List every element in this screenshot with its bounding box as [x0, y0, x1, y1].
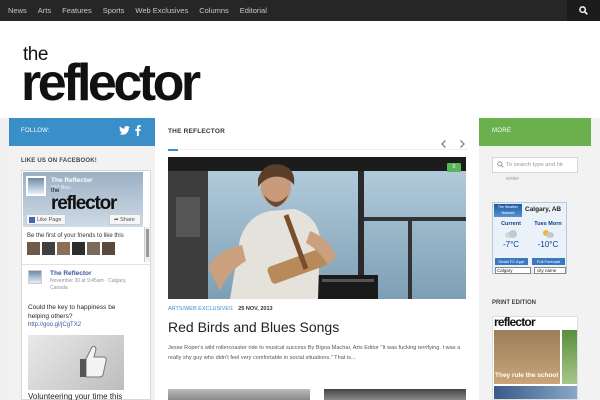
fb-page-header: The Reflector 592 likes the reflector Li… [23, 172, 143, 227]
search-toggle-button[interactable] [567, 0, 600, 21]
friend-avatar[interactable] [72, 242, 85, 255]
weather-current-label: Current [501, 221, 521, 227]
right-sidebar: MORE To search type and hit enter The We… [479, 118, 600, 400]
search-icon [497, 161, 504, 168]
weather-forecast-temp: -10°C [537, 240, 559, 249]
related-article-thumbnail[interactable] [168, 389, 310, 400]
sidebar-search-input[interactable]: To search type and hit enter [492, 157, 578, 182]
weather-city-select[interactable]: Calgary [495, 267, 531, 274]
article-excerpt: Jesse Roper's wild rollercoaster ride to… [168, 345, 461, 361]
fb-like-page-button[interactable]: Like Page [26, 214, 66, 225]
logo-main-text: reflector [21, 54, 201, 112]
fb-post-card-title[interactable]: Volunteering your time this holiday [28, 392, 128, 400]
fb-post-link[interactable]: http://goo.gl/jCgTX2 [28, 322, 81, 328]
friend-avatar[interactable] [57, 242, 70, 255]
related-articles [168, 389, 466, 400]
weather-select-value: Calgary [497, 268, 513, 273]
section-title: THE REFLECTOR [168, 128, 226, 135]
weather-forecast-label: Tues Morn [534, 221, 562, 227]
featured-article-image[interactable]: 0 [168, 157, 466, 299]
twitter-icon[interactable] [119, 126, 130, 135]
nav-item-columns[interactable]: Columns [199, 0, 229, 21]
fb-friends-text: Be the first of your friends to like thi… [27, 233, 124, 239]
category-link-arts[interactable]: ARTS [168, 306, 183, 312]
left-sidebar: FOLLOW: LIKE US ON FACEBOOK! The Reflect… [9, 118, 155, 400]
fb-widget-scrollbar[interactable] [144, 227, 150, 262]
chevron-left-icon[interactable] [439, 139, 449, 149]
site-logo[interactable]: the reflector [21, 44, 271, 109]
like-us-heading: LIKE US ON FACEBOOK! [21, 158, 98, 164]
thumbs-up-icon [80, 345, 107, 378]
related-article-thumbnail[interactable] [324, 389, 466, 400]
nav-item-editorial[interactable]: Editorial [240, 0, 267, 21]
fb-post-author[interactable]: The Reflector [50, 270, 92, 277]
friend-avatar[interactable] [42, 242, 55, 255]
top-navigation-bar: News Arts Features Sports Web Exclusives… [0, 0, 600, 21]
slider-controls [439, 139, 467, 149]
fb-page-avatar[interactable] [26, 176, 46, 196]
weather-current-temp: -7°C [502, 240, 520, 249]
section-divider [168, 149, 468, 151]
print-cover-side-photo [562, 330, 577, 384]
facebook-page-widget: The Reflector 592 likes the reflector Li… [21, 170, 151, 400]
follow-label: FOLLOW: [21, 128, 50, 134]
nav-item-web-exclusives[interactable]: Web Exclusives [135, 0, 188, 21]
more-bar: MORE [479, 118, 591, 146]
search-icon [579, 6, 588, 15]
article-date: 25 NOV, 2013 [238, 306, 273, 312]
weather-detail-link[interactable]: Detail FC Appr [495, 258, 528, 265]
weather-city: Calgary, AB [525, 206, 562, 213]
comments-count-badge[interactable]: 0 [447, 163, 461, 172]
fb-page-name[interactable]: The Reflector [51, 177, 93, 184]
friend-avatar[interactable] [102, 242, 115, 255]
site-header: the reflector [0, 21, 600, 118]
fb-post-avatar[interactable] [28, 270, 42, 284]
weather-network-logo[interactable]: The Weather Network [494, 204, 522, 217]
friend-avatar[interactable] [27, 242, 40, 255]
fb-share-button[interactable]: ➦ Share [109, 214, 141, 225]
weather-full-forecast-link[interactable]: Full Forecast [532, 258, 565, 265]
fb-post: The Reflector November 30 at 9:45am · Ca… [22, 264, 150, 400]
article-title[interactable]: Red Birds and Blues Songs [168, 319, 339, 335]
hero-photo [168, 157, 466, 299]
fb-post-meta: November 30 at 9:45am · Calgary, Canada [50, 278, 127, 291]
fb-share-label: Share [120, 217, 135, 223]
friend-avatar[interactable] [87, 242, 100, 255]
nav-item-features[interactable]: Features [62, 0, 92, 21]
nav-menu: News Arts Features Sports Web Exclusives… [8, 0, 278, 21]
print-edition-cover[interactable]: reflector They rule the school [492, 316, 578, 400]
print-cover-masthead: reflector [494, 316, 536, 329]
cloud-icon [505, 230, 517, 238]
fb-like-page-label: Like Page [37, 217, 62, 223]
fb-friend-faces [27, 242, 117, 255]
partly-cloudy-icon [543, 230, 554, 238]
article-meta: ARTS/WEB EXCLUSIVES 25 NOV, 2013 [168, 306, 273, 312]
nav-item-news[interactable]: News [8, 0, 27, 21]
fb-post-text: Could the key to happiness be helping ot… [28, 304, 116, 320]
search-placeholder: To search type and hit enter [506, 162, 563, 182]
print-cover-headline: They rule the school [495, 372, 559, 379]
follow-bar: FOLLOW: [9, 118, 155, 146]
nav-item-arts[interactable]: Arts [38, 0, 51, 21]
more-label: MORE [492, 128, 512, 134]
chevron-right-icon[interactable] [457, 139, 467, 149]
weather-widget: The Weather Network Calgary, AB Current … [492, 202, 567, 274]
main-content: THE REFLECTOR 0 ARTS/WEB EXCLUSIVES 25 N… [155, 118, 479, 400]
print-cover-bottom-strip [494, 386, 577, 399]
nav-item-sports[interactable]: Sports [103, 0, 125, 21]
category-link-web-exclusives[interactable]: WEB EXCLUSIVES [184, 306, 233, 312]
share-icon: ➦ [114, 217, 119, 223]
fb-cover-text: reflector [51, 193, 117, 214]
print-edition-heading: PRINT EDITION [492, 300, 537, 306]
fb-post-image[interactable] [28, 335, 124, 390]
facebook-icon[interactable] [135, 125, 141, 136]
facebook-icon [29, 217, 35, 223]
weather-city-input[interactable]: city name [534, 267, 566, 274]
